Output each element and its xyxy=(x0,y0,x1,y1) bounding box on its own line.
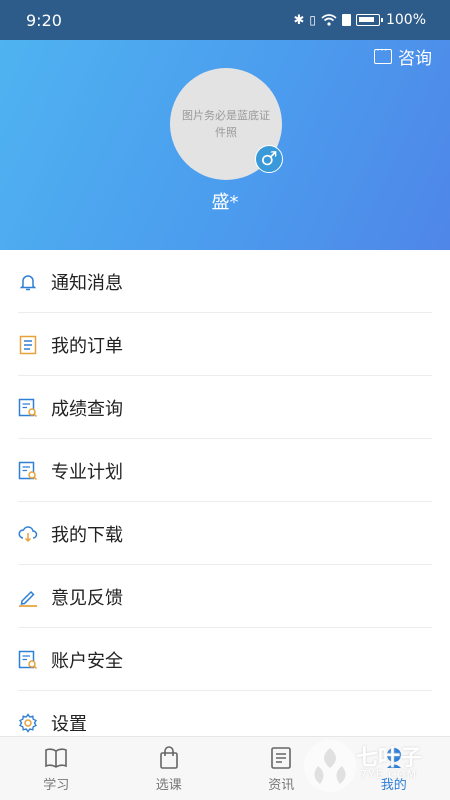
tab-courses[interactable]: 选课 xyxy=(113,737,226,800)
menu-item-downloads[interactable]: 我的下载 xyxy=(0,502,450,565)
menu-label: 成绩查询 xyxy=(51,398,123,420)
bell-icon xyxy=(18,272,38,292)
menu-label: 专业计划 xyxy=(51,461,123,483)
chat-icon xyxy=(374,43,392,64)
user-icon xyxy=(382,746,406,770)
status-time: 9:20 xyxy=(26,10,62,30)
tab-label: 我的 xyxy=(380,778,407,793)
menu-label: 通知消息 xyxy=(51,272,123,294)
menu-label: 我的订单 xyxy=(51,335,123,357)
plan-icon xyxy=(18,461,38,481)
profile-header: 咨询 图片务必是蓝底证件照 ♂ 盛* xyxy=(0,40,450,250)
username: 盛* xyxy=(211,192,239,213)
menu-item-plan[interactable]: 专业计划 xyxy=(0,439,450,502)
battery-icon xyxy=(355,14,383,26)
vibrate-icon: ▯ xyxy=(309,13,316,27)
grade-search-icon xyxy=(18,398,38,418)
settings-icon xyxy=(18,712,38,733)
tab-label: 选课 xyxy=(155,778,182,793)
menu-label: 意见反馈 xyxy=(51,587,123,609)
menu-item-account-security[interactable]: 账户安全 xyxy=(0,628,450,691)
battery-percent: 100% xyxy=(385,12,426,28)
tab-label: 资讯 xyxy=(268,778,295,793)
menu-label: 账户安全 xyxy=(51,650,123,672)
account-security-icon xyxy=(18,650,38,670)
tab-mine[interactable]: 我的 xyxy=(338,737,450,800)
status-icons: ✱ ▯ xyxy=(293,12,383,28)
bag-icon xyxy=(157,746,181,770)
tab-study[interactable]: 学习 xyxy=(0,737,113,800)
menu-item-notifications[interactable]: 通知消息 xyxy=(0,250,450,313)
menu-list: 通知消息 我的订单 成绩查询 专业计划 我的下载 意见反馈 账户安全 设置 xyxy=(0,250,450,754)
menu-item-feedback[interactable]: 意见反馈 xyxy=(0,565,450,628)
tab-news[interactable]: 资讯 xyxy=(225,737,338,800)
menu-item-grades[interactable]: 成绩查询 xyxy=(0,376,450,439)
cloud-download-icon xyxy=(18,524,38,544)
sim-icon xyxy=(341,14,351,26)
pencil-icon xyxy=(18,587,38,607)
consult-button[interactable]: 咨询 xyxy=(374,43,432,69)
menu-label: 设置 xyxy=(51,713,87,735)
menu-label: 我的下载 xyxy=(51,524,123,546)
bottom-tab-bar: 学习 选课 资讯 我的 xyxy=(0,736,450,800)
status-bar: 9:20 ✱ ▯ 100% xyxy=(0,0,450,40)
avatar-placeholder-text: 图片务必是蓝底证件照 xyxy=(182,109,270,139)
order-icon xyxy=(18,335,38,355)
wifi-icon xyxy=(321,14,337,26)
bluetooth-icon: ✱ xyxy=(293,12,305,28)
status-indicators: ✱ ▯ 100% xyxy=(293,12,426,28)
tab-label: 学习 xyxy=(43,778,70,793)
book-icon xyxy=(44,746,68,770)
consult-label: 咨询 xyxy=(398,49,432,69)
male-icon: ♂ xyxy=(255,145,283,173)
news-icon xyxy=(269,746,293,770)
menu-item-orders[interactable]: 我的订单 xyxy=(0,313,450,376)
